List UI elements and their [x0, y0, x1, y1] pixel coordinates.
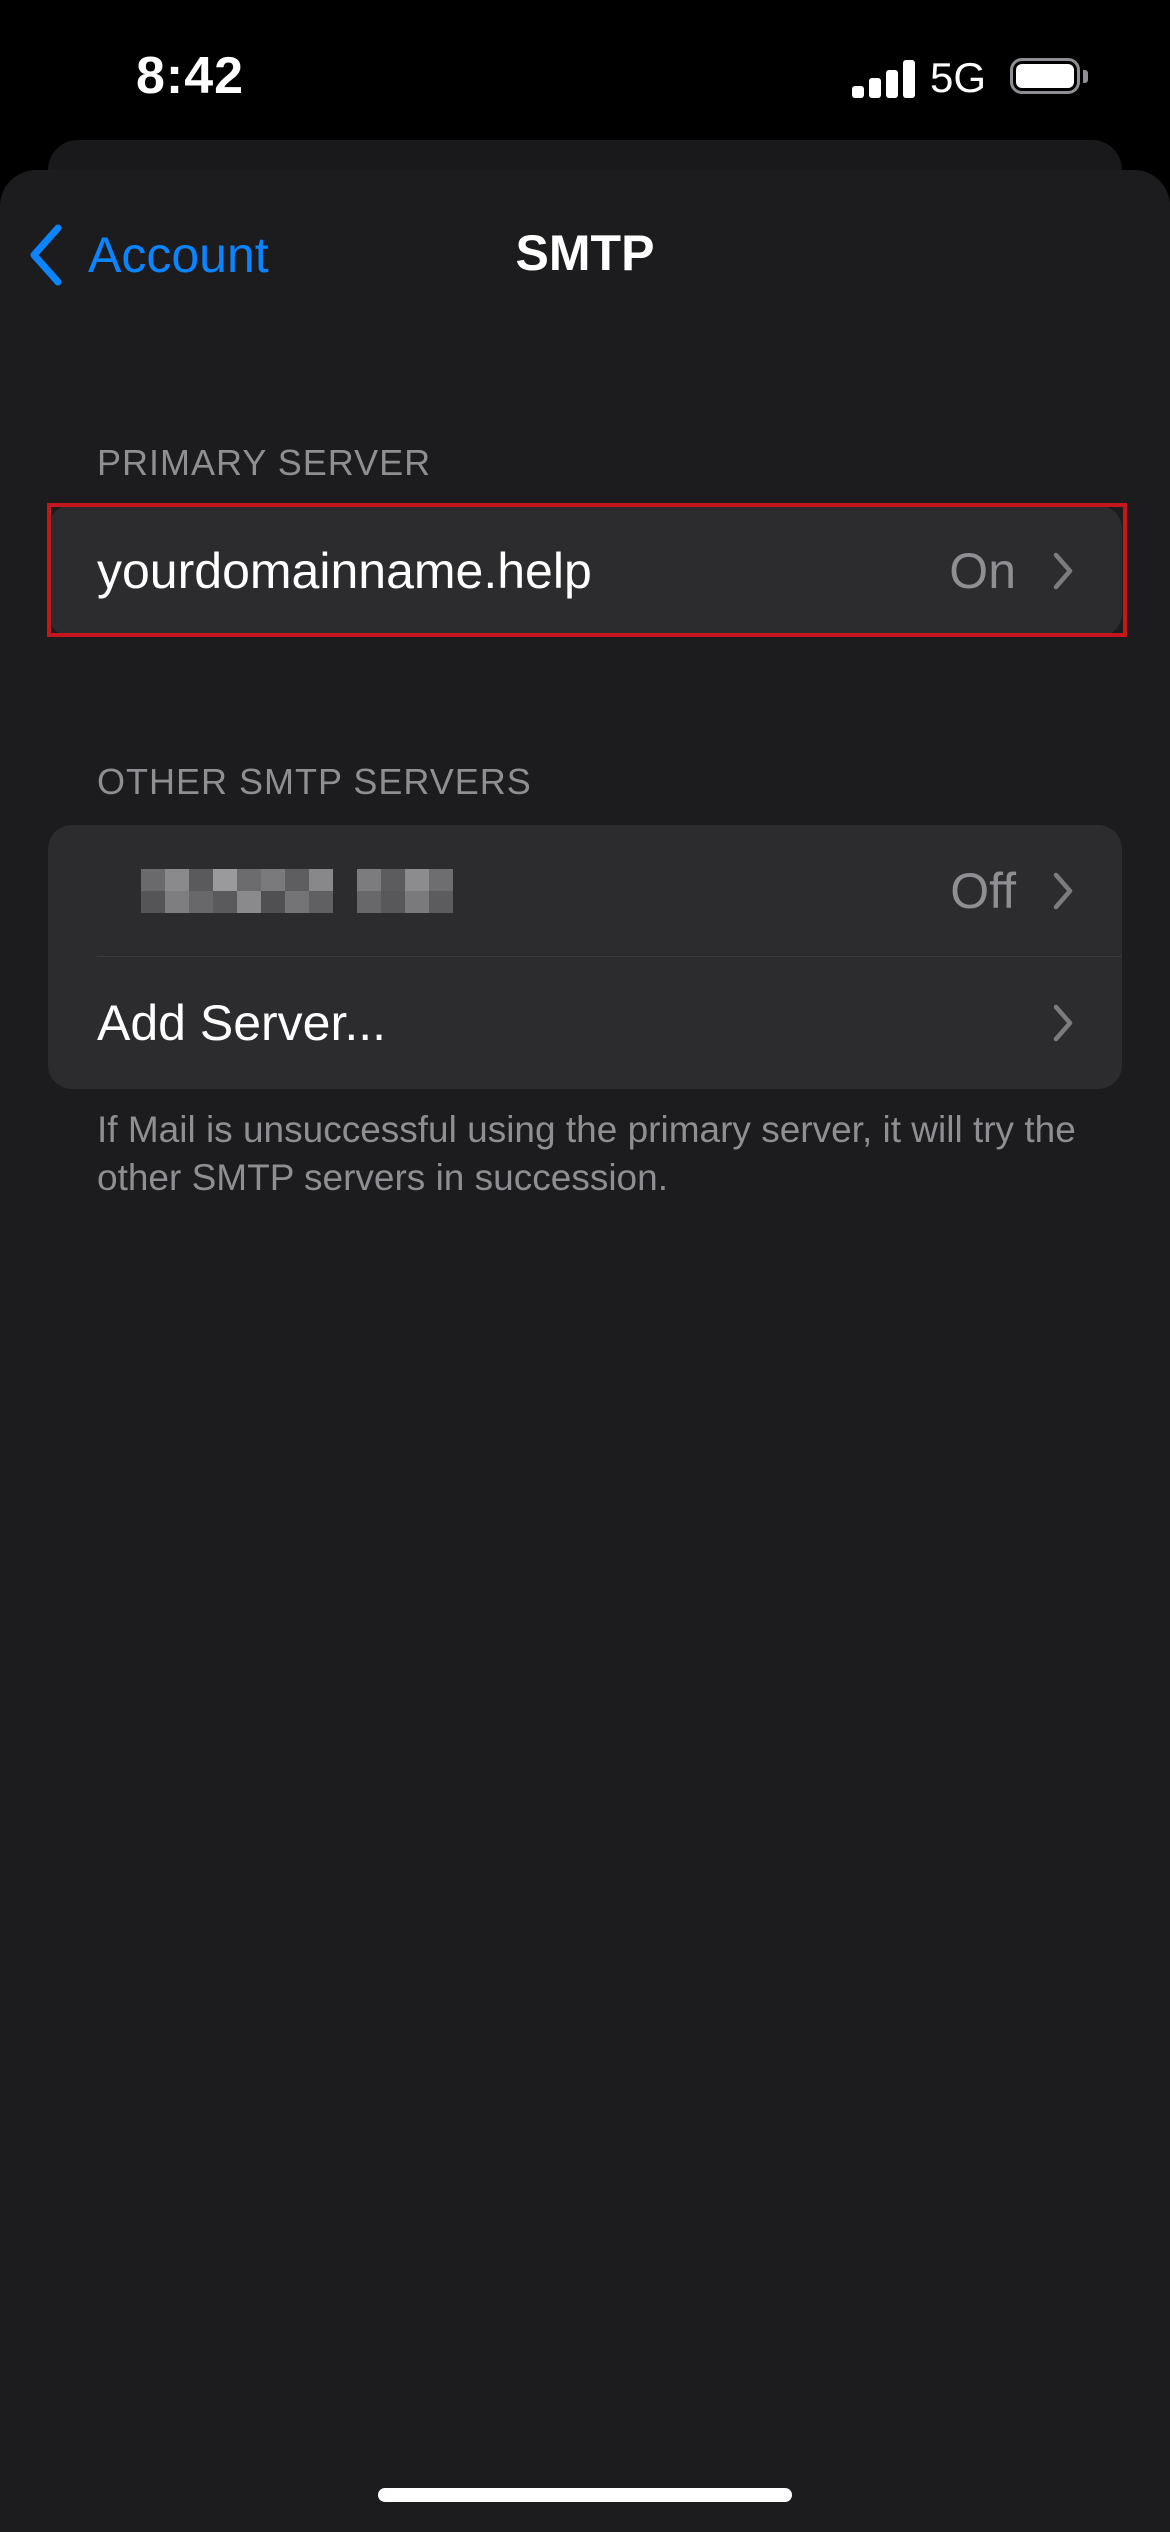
battery-icon	[1010, 58, 1090, 98]
page-title: SMTP	[515, 225, 655, 281]
other-servers-group: Off Add Server...	[48, 825, 1122, 1089]
primary-server-group: yourdomainname.help On	[48, 505, 1122, 637]
status-bar: 8:42 5G	[0, 0, 1170, 160]
server-name: yourdomainname.help	[97, 543, 592, 599]
cellular-signal-icon	[852, 60, 916, 98]
server-status: On	[949, 543, 1016, 599]
status-time: 8:42	[136, 47, 245, 105]
add-server-row[interactable]: Add Server...	[48, 957, 1122, 1089]
chevron-right-icon	[1053, 1004, 1073, 1042]
chevron-right-icon	[1053, 872, 1073, 910]
primary-server-header: PRIMARY SERVER	[97, 442, 432, 483]
footer-note: If Mail is unsuccessful using the primar…	[97, 1109, 1076, 1198]
add-server-label: Add Server...	[97, 995, 387, 1051]
network-type-label: 5G	[930, 54, 987, 101]
redacted-server-name	[141, 869, 453, 913]
home-indicator[interactable]	[378, 2488, 792, 2502]
chevron-right-icon	[1053, 552, 1073, 590]
primary-server-row[interactable]: yourdomainname.help On	[48, 505, 1122, 637]
other-servers-header: OTHER SMTP SERVERS	[97, 761, 532, 802]
other-server-row[interactable]: Off	[48, 825, 1122, 957]
server-status: Off	[950, 863, 1016, 919]
